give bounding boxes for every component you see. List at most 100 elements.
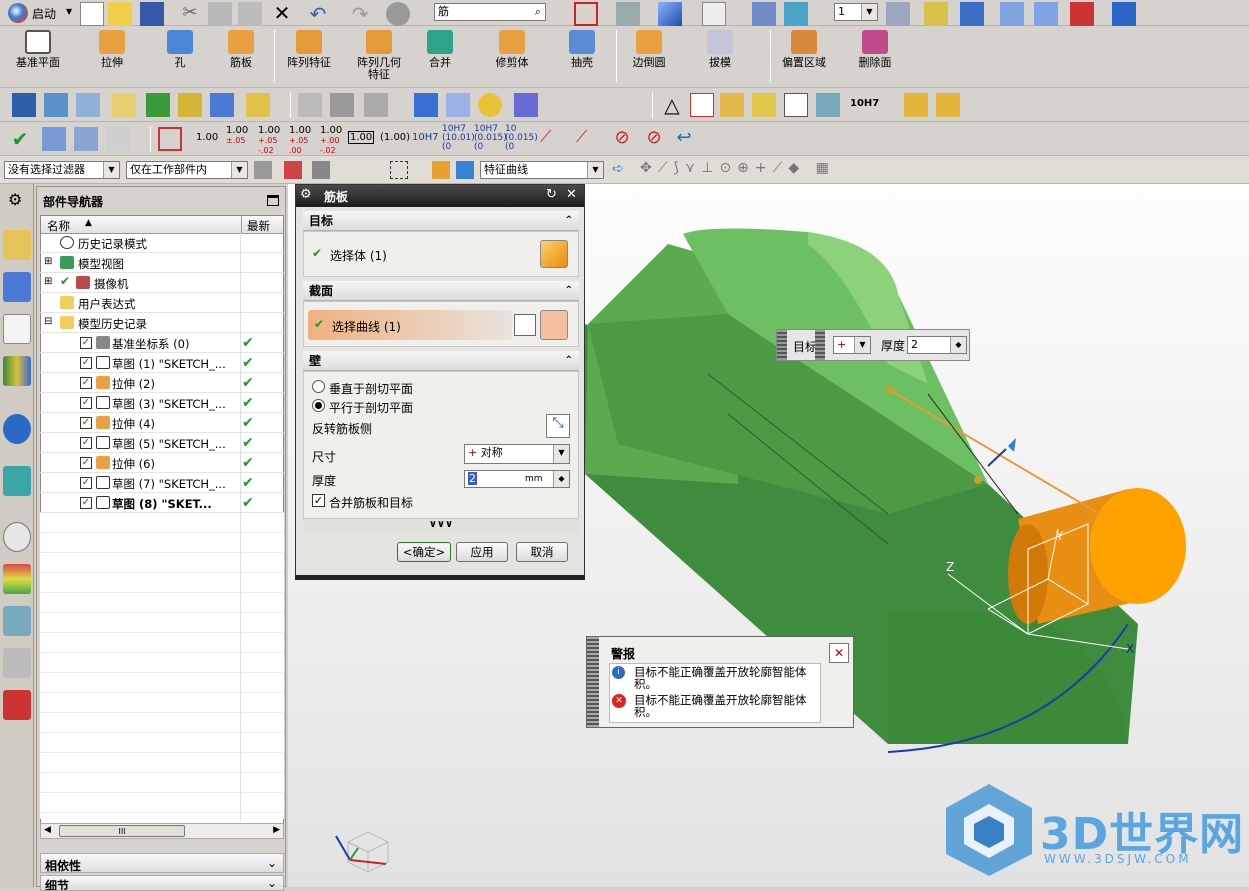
extrude-button[interactable]: 拉伸 — [88, 30, 136, 86]
unite-button[interactable]: 合并 — [420, 30, 460, 86]
select-body-label[interactable]: 选择体 (1) — [330, 247, 387, 264]
surface-tool-icon[interactable] — [330, 93, 354, 117]
snap-options-icon[interactable] — [284, 161, 302, 179]
ruler-icon[interactable] — [1112, 2, 1136, 26]
robot-tab[interactable] — [3, 648, 31, 678]
cancel-button[interactable]: 取消 — [516, 542, 568, 562]
tree-row-sketch-8[interactable]: ✓ 草图 (8) "SKET... ✔ — [40, 493, 284, 513]
pattern-feature-button[interactable]: 阵列特征 — [280, 30, 338, 86]
type-filter-select[interactable]: 没有选择过滤器 ▼ — [4, 161, 120, 179]
select-body-icon[interactable] — [540, 240, 568, 268]
scroll-thumb[interactable]: III — [59, 825, 185, 837]
navigator-maximize-button[interactable] — [267, 195, 279, 206]
select-body2-icon[interactable] — [456, 161, 474, 179]
snap-icons-strip[interactable]: ✥⟋⟆⋎⊥⊙⊕+⟋◆ ▦ — [640, 160, 835, 176]
dimension-frame-icon[interactable] — [158, 127, 182, 151]
scope-select[interactable]: 仅在工作部件内 ▼ — [126, 161, 248, 179]
stack-icon[interactable] — [76, 93, 100, 117]
details-panel-header[interactable]: 细节 ⌄ — [40, 875, 284, 891]
fit-3[interactable]: 10H7 (0.015) (0 — [474, 125, 507, 152]
fit-label[interactable]: 10H7 — [850, 98, 879, 109]
hole-button[interactable]: 孔 — [160, 30, 200, 86]
history-tab[interactable] — [3, 522, 31, 552]
snap-arrow-icon[interactable]: ➪ — [612, 161, 624, 177]
tree-row-camera[interactable]: ⊞ ✔ 摄像机 — [40, 273, 284, 293]
group-icon[interactable] — [752, 93, 776, 117]
filter-reset-icon[interactable] — [254, 161, 272, 179]
section-section-header[interactable]: 截面 ⌃ — [303, 281, 579, 301]
shaded-cube-icon[interactable] — [658, 2, 682, 26]
visibility-checkbox[interactable]: ✓ — [80, 437, 92, 449]
cylinder-icon[interactable] — [414, 93, 438, 117]
tree-row-sketch-1[interactable]: ✓ 草图 (1) "SKETCH_... ✔ — [40, 353, 284, 373]
shell-button[interactable]: 抽壳 — [562, 30, 602, 86]
note-icon[interactable] — [784, 93, 808, 117]
tol-2[interactable]: 1.00 ±.05 — [226, 126, 248, 146]
select-face-icon[interactable] — [312, 161, 330, 179]
tree-row-sketch-5[interactable]: ✓ 草图 (5) "SKETCH_... ✔ — [40, 433, 284, 453]
copy-icon[interactable] — [208, 2, 232, 26]
grid-icon[interactable] — [74, 127, 98, 151]
assembly2-icon[interactable] — [936, 93, 960, 117]
tree-row-model-views[interactable]: ⊞ 模型视图 — [40, 253, 284, 273]
select-box-icon[interactable] — [390, 161, 408, 179]
visibility-checkbox[interactable]: ✓ — [80, 357, 92, 369]
select-body-icon[interactable] — [432, 161, 450, 179]
radio-parallel[interactable] — [312, 399, 325, 412]
add-annotation-icon[interactable] — [720, 93, 744, 117]
snap-end-icon[interactable] — [1000, 2, 1024, 26]
col-name-header[interactable]: 名称 — [47, 218, 70, 234]
reuse-library-tab[interactable] — [3, 356, 31, 386]
paste-icon[interactable] — [238, 2, 262, 26]
tree-row-extrude-2[interactable]: ✓ 拉伸 (2) ✔ — [40, 373, 284, 393]
expand-dependency-icon[interactable]: ⌄ — [267, 856, 277, 870]
datum-target-icon[interactable]: ⟋ — [576, 127, 600, 151]
draft-button[interactable]: 拔模 — [700, 30, 740, 86]
dialog-close-icon[interactable]: ✕ — [566, 187, 577, 202]
edge-blend-button[interactable]: 边倒圆 — [626, 30, 672, 86]
settings-icon[interactable]: ⚙ — [8, 190, 22, 209]
redo-icon[interactable]: ↷ — [348, 2, 372, 26]
command-search-input[interactable]: 筋 ⌕ — [434, 3, 546, 21]
sketch-icon[interactable] — [12, 93, 36, 117]
tree-row-model-history[interactable]: ⊟ 模型历史记录 — [40, 313, 284, 333]
fit-2[interactable]: 10H7 (10.01) (0 — [442, 125, 475, 152]
tool-assist2-icon[interactable] — [210, 93, 234, 117]
tol-1[interactable]: 1.00 — [196, 132, 218, 143]
render-style-icon[interactable] — [386, 2, 410, 26]
circle-slash-icon[interactable]: ⊘ — [610, 127, 634, 151]
snap-point-icon[interactable] — [960, 2, 984, 26]
delete-icon[interactable]: ✕ — [270, 2, 294, 26]
curve-select-icon[interactable] — [540, 310, 568, 340]
tol-5[interactable]: 1.00 +.00 -.02 — [320, 126, 342, 156]
axis-icon[interactable] — [106, 127, 130, 151]
analysis-icon[interactable] — [924, 2, 948, 26]
col-latest-header[interactable]: 最新 — [247, 218, 270, 234]
delete-face-button[interactable]: 删除面 — [852, 30, 898, 86]
datum-plane-button[interactable]: 基准平面 — [8, 30, 68, 86]
constraint-nav-tab[interactable] — [3, 272, 31, 302]
part-nav-tab[interactable] — [3, 314, 31, 344]
pattern-geometry-button[interactable]: 阵列几何 特征 — [350, 30, 408, 86]
brush-icon[interactable] — [816, 93, 840, 117]
navigator-hscroll[interactable]: ◀ III ▶ — [40, 823, 284, 839]
visualization-tab[interactable] — [3, 564, 31, 594]
sketch-section-icon[interactable] — [514, 314, 536, 336]
fit-1[interactable]: 10H7 — [412, 132, 439, 143]
label-tool-icon[interactable] — [246, 93, 270, 117]
dependency-panel-header[interactable]: 相依性 ⌄ — [40, 853, 284, 873]
dialog-reset-icon[interactable]: ↻ — [546, 187, 557, 202]
visibility-checkbox[interactable]: ✓ — [80, 417, 92, 429]
visibility-checkbox[interactable]: ✓ — [80, 337, 92, 349]
undo-icon[interactable]: ↶ — [306, 2, 330, 26]
thread-icon[interactable] — [478, 93, 502, 117]
merge-checkbox[interactable]: ✓ — [312, 494, 325, 507]
visibility-checkbox[interactable]: ✓ — [80, 377, 92, 389]
fit-4[interactable]: 10 (0.015) (0 — [505, 125, 538, 152]
table-icon[interactable] — [690, 93, 714, 117]
save-icon[interactable] — [140, 2, 164, 26]
visibility-checkbox[interactable]: ✓ — [80, 477, 92, 489]
apply-button[interactable]: 应用 — [456, 542, 508, 562]
tree-row-datum-csys[interactable]: ✓ 基准坐标系 (0) ✔ — [40, 333, 284, 353]
spring-icon[interactable] — [446, 93, 470, 117]
